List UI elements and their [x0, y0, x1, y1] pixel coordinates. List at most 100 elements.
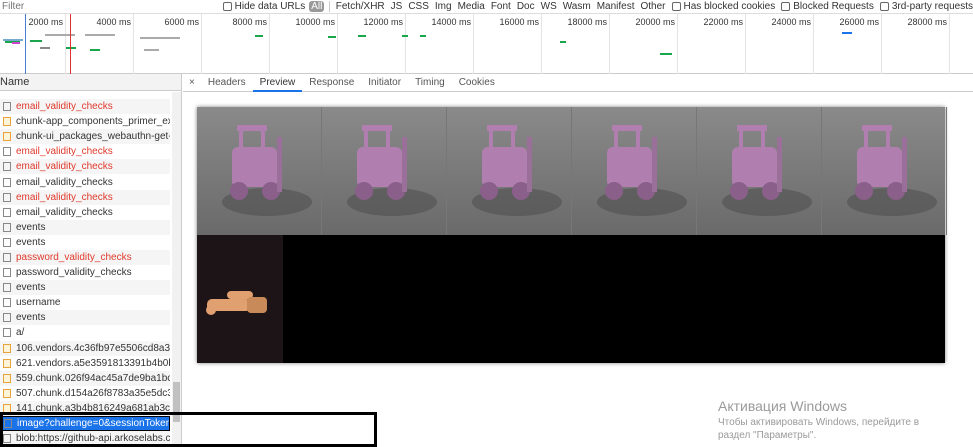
timeline-tick: 16000 ms [499, 14, 542, 74]
forklift-image-row [197, 107, 947, 235]
request-row[interactable]: username [0, 295, 170, 310]
type-filter-fetch[interactable]: Fetch/XHR [336, 1, 385, 12]
request-row[interactable]: email_validity_checks [0, 189, 170, 205]
script-file-icon [3, 343, 11, 353]
request-icon [3, 192, 11, 202]
type-filter-css[interactable]: CSS [408, 1, 429, 12]
name-column-header[interactable]: Name [0, 74, 181, 91]
timeline-tick: 12000 ms [363, 14, 406, 74]
hide-data-urls-checkbox[interactable]: Hide data URLs [222, 1, 306, 12]
tab-response[interactable]: Response [302, 74, 361, 92]
type-filter-manifest[interactable]: Manifest [597, 1, 635, 12]
request-icon [3, 313, 11, 323]
type-filter-js[interactable]: JS [391, 1, 403, 12]
request-list: Name email_validity_checks chunk-app_comp… [0, 74, 182, 447]
timeline-tick: 28000 ms [907, 14, 950, 74]
third-party-checkbox[interactable]: 3rd-party requests [879, 1, 973, 12]
forklift-tile [697, 107, 822, 235]
type-filter-img[interactable]: Img [435, 1, 452, 12]
request-row[interactable]: 507.chunk.d154a26f8783a35e5dc3.js [0, 386, 170, 401]
timeline-tick: 6000 ms [164, 14, 202, 74]
request-name: 621.vendors.a5e3591813391b4b0bc1.js [16, 357, 170, 369]
label: Hide data URLs [234, 1, 306, 12]
forklift-tile [197, 107, 322, 235]
hand-image [197, 235, 283, 363]
request-row[interactable]: email_validity_checks [0, 205, 170, 220]
watermark-line2: раздел "Параметры". [718, 430, 817, 441]
image-preview [197, 107, 947, 363]
filter-input[interactable] [0, 1, 110, 12]
forklift-tile [822, 107, 947, 235]
close-icon[interactable]: × [183, 77, 201, 88]
request-row[interactable]: password_validity_checks [0, 265, 170, 280]
details-panel: × Headers Preview Response Initiator Timing C… [183, 74, 973, 447]
type-filter-doc[interactable]: Doc [517, 1, 535, 12]
request-name: 559.chunk.026f94ac45a7de9ba1bc.js [16, 372, 170, 384]
request-row[interactable]: email_validity_checks [0, 159, 170, 175]
request-icon [3, 207, 11, 217]
label: 3rd-party requests [891, 1, 973, 12]
tick-label: 24000 ms [771, 17, 811, 27]
script-file-icon [3, 358, 11, 368]
tick-label: 20000 ms [635, 17, 675, 27]
request-row[interactable]: 559.chunk.026f94ac45a7de9ba1bc.js [0, 370, 170, 386]
checkbox-icon [222, 2, 232, 11]
tick-label: 18000 ms [567, 17, 607, 27]
request-row[interactable]: email_validity_checks [0, 99, 170, 115]
request-name: 106.vendors.4c36fb97e5506cd8a371.js [16, 342, 170, 354]
type-filter-ws[interactable]: WS [541, 1, 557, 12]
tick-label: 2000 ms [28, 17, 63, 27]
tab-initiator[interactable]: Initiator [361, 74, 408, 92]
timeline-bar [40, 47, 50, 49]
request-row[interactable]: 106.vendors.4c36fb97e5506cd8a371.js [0, 340, 170, 356]
request-icon [3, 147, 11, 157]
network-overview-timeline[interactable]: 2000 ms 4000 ms 6000 ms 8000 ms 10000 ms 1200… [0, 14, 973, 74]
timeline-tick: 4000 ms [96, 14, 134, 74]
timeline-bar [560, 41, 566, 43]
list-item[interactable] [0, 91, 170, 99]
request-row[interactable]: events [0, 280, 170, 296]
tab-headers[interactable]: Headers [201, 74, 253, 92]
request-row[interactable]: events [0, 235, 170, 250]
request-icon [3, 177, 11, 187]
tick-label: 8000 ms [232, 17, 267, 27]
tab-preview[interactable]: Preview [252, 74, 303, 92]
request-row[interactable]: events [0, 219, 170, 235]
request-row[interactable]: chunk-app_components_primer_experim [0, 114, 170, 129]
request-row[interactable]: email_validity_checks [0, 174, 170, 189]
type-filter-wasm[interactable]: Wasm [563, 1, 591, 12]
type-filter-media[interactable]: Media [458, 1, 485, 12]
timeline-tick: 24000 ms [771, 14, 814, 74]
request-name: email_validity_checks [16, 101, 113, 113]
timeline-tick: 20000 ms [635, 14, 678, 74]
has-blocked-cookies-checkbox[interactable]: Has blocked cookies [671, 1, 775, 12]
request-row[interactable]: email_validity_checks [0, 144, 170, 159]
request-name: password_validity_checks [16, 267, 132, 279]
timeline-bar [402, 35, 408, 37]
request-row[interactable]: 621.vendors.a5e3591813391b4b0bc1.js [0, 356, 170, 371]
blocked-requests-checkbox[interactable]: Blocked Requests [781, 1, 874, 12]
request-row[interactable]: events [0, 310, 170, 326]
request-name: events [16, 282, 46, 294]
tick-label: 14000 ms [431, 17, 471, 27]
scrollbar[interactable] [172, 92, 181, 447]
tab-timing[interactable]: Timing [408, 74, 452, 92]
request-name: a/ [16, 327, 25, 339]
tick-label: 6000 ms [164, 17, 199, 27]
filter-bar: Hide data URLs All Fetch/XHR JS CSS Img … [0, 0, 973, 14]
request-icon [3, 102, 11, 112]
request-icon [3, 237, 11, 247]
request-row[interactable]: a/ [0, 325, 170, 340]
request-row[interactable]: chunk-ui_packages_webauthn-get-eleme [0, 129, 170, 145]
type-filter-other[interactable]: Other [641, 1, 666, 12]
request-icon [3, 252, 11, 262]
tab-cookies[interactable]: Cookies [452, 74, 502, 92]
type-filter-font[interactable]: Font [491, 1, 511, 12]
timeline-tick: 8000 ms [232, 14, 270, 74]
request-name: 507.chunk.d154a26f8783a35e5dc3.js [16, 387, 170, 399]
type-filter-all[interactable]: All [309, 1, 325, 12]
request-row[interactable]: password_validity_checks [0, 249, 170, 266]
timeline-bar [66, 47, 76, 49]
script-file-icon [3, 373, 11, 383]
tick-label: 22000 ms [703, 17, 743, 27]
